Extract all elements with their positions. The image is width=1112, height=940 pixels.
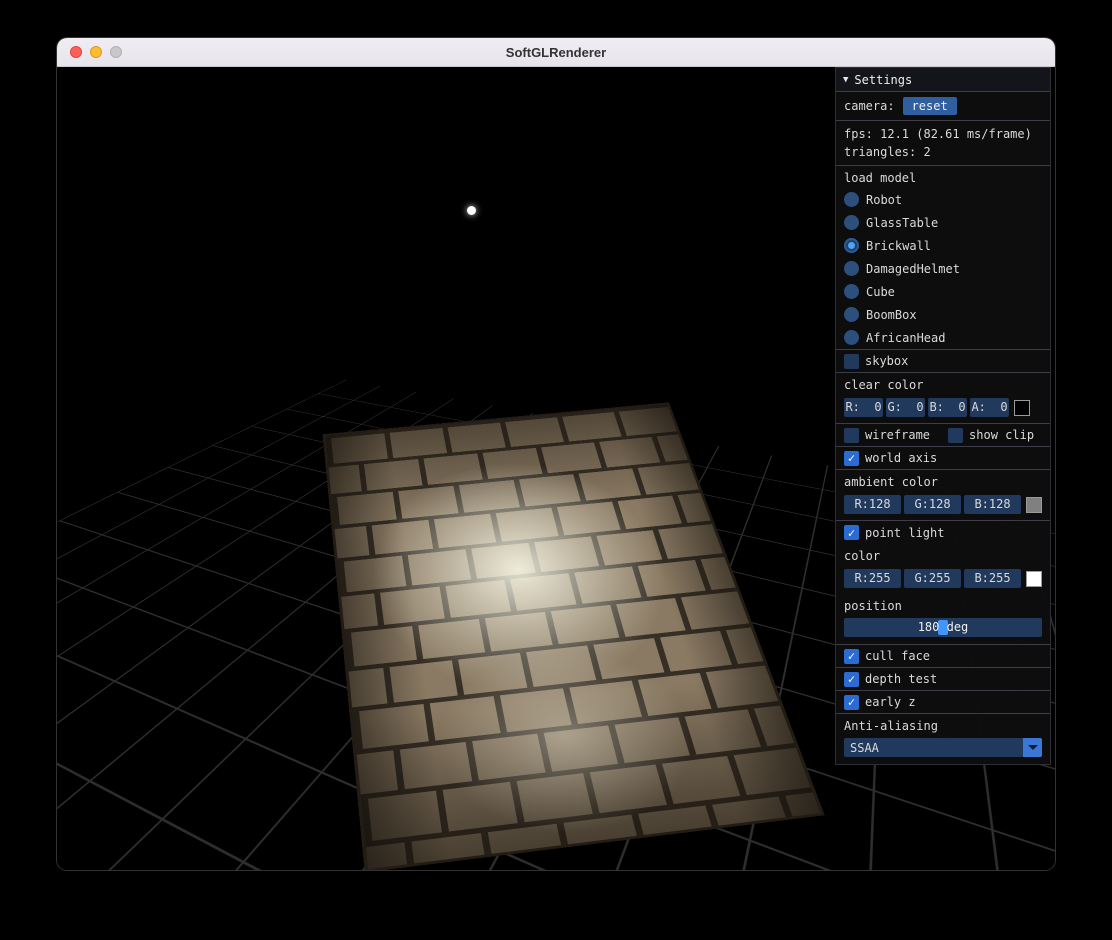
checkbox-icon: ✓: [844, 695, 859, 710]
model-label: Robot: [866, 192, 902, 208]
checkbox-early-z[interactable]: ✓ early z: [836, 690, 1050, 713]
clear-color-fields: R: 0 G: 0 B: 0 A: 0: [836, 395, 1050, 423]
radio-icon: [844, 284, 859, 299]
checkbox-skybox[interactable]: ✓ skybox: [836, 349, 1050, 372]
chevron-down-icon: [1028, 745, 1038, 755]
checkbox-icon: ✓: [844, 672, 859, 687]
position-slider[interactable]: 180 deg: [844, 618, 1042, 637]
window-controls: [70, 46, 122, 58]
wireframe-label: wireframe: [865, 427, 930, 443]
depth-test-label: depth test: [865, 671, 937, 687]
combo-value: SSAA: [850, 740, 879, 756]
position-label: position: [836, 594, 1050, 616]
anti-aliasing-section: Anti-aliasing SSAA: [836, 713, 1050, 757]
radio-icon: [844, 261, 859, 276]
clear-color-a-field[interactable]: A: 0: [970, 398, 1009, 417]
model-label: BoomBox: [866, 307, 917, 323]
model-label: GlassTable: [866, 215, 938, 231]
skybox-label: skybox: [865, 353, 908, 369]
camera-label: camera:: [844, 98, 895, 114]
light-r-field[interactable]: R:255: [844, 569, 901, 588]
light-color-fields: R:255 G:255 B:255: [836, 566, 1050, 594]
ambient-color-section: ambient color R:128 G:128 B:128: [836, 469, 1050, 520]
radio-icon: [844, 307, 859, 322]
checkbox-point-light[interactable]: ✓ point light: [836, 521, 1050, 544]
collapse-arrow-icon: ▼: [843, 72, 848, 88]
model-radio-cube[interactable]: Cube: [836, 280, 1050, 303]
fps-text: fps: 12.1 (82.61 ms/frame): [836, 125, 1050, 143]
point-light-section: ✓ point light color R:255 G:255 B:255 po…: [836, 520, 1050, 637]
stats-block: fps: 12.1 (82.61 ms/frame) triangles: 2: [836, 120, 1050, 165]
checkbox-icon: ✓: [844, 525, 859, 540]
checkbox-cull-face[interactable]: ✓ cull face: [836, 644, 1050, 667]
model-label: DamagedHelmet: [866, 261, 960, 277]
model-label: Brickwall: [866, 238, 931, 254]
viewport-canvas[interactable]: ▼ Settings camera: reset fps: 12.1 (82.6…: [57, 67, 1055, 870]
checkbox-icon: ✓: [844, 451, 859, 466]
anti-aliasing-label: Anti-aliasing: [836, 714, 1050, 736]
world-axis-label: world axis: [865, 450, 937, 466]
model-radio-boombox[interactable]: BoomBox: [836, 303, 1050, 326]
load-model-label: load model: [836, 166, 1050, 188]
model-radio-africanhead[interactable]: AfricanHead: [836, 326, 1050, 349]
camera-row: camera: reset: [836, 91, 1050, 120]
show-clip-label: show clip: [969, 427, 1034, 443]
radio-icon: [844, 238, 859, 253]
model-label: Cube: [866, 284, 895, 300]
point-light-label: point light: [865, 525, 944, 541]
checkbox-icon[interactable]: [844, 428, 859, 443]
ambient-g-field[interactable]: G:128: [904, 495, 961, 514]
ambient-b-field[interactable]: B:128: [964, 495, 1021, 514]
combo-arrow-button[interactable]: [1023, 738, 1042, 757]
load-model-section: load model Robot GlassTable Brickwall Da…: [836, 165, 1050, 349]
radio-icon: [844, 330, 859, 345]
minimize-button[interactable]: [90, 46, 102, 58]
ambient-color-fields: R:128 G:128 B:128: [836, 492, 1050, 520]
titlebar: SoftGLRenderer: [57, 38, 1055, 67]
model-label: AfricanHead: [866, 330, 945, 346]
clear-color-b-field[interactable]: B: 0: [928, 398, 967, 417]
ambient-color-swatch[interactable]: [1026, 497, 1042, 513]
ambient-r-field[interactable]: R:128: [844, 495, 901, 514]
anti-aliasing-combo[interactable]: SSAA: [844, 738, 1042, 757]
slider-value-text: 180 deg: [844, 618, 1042, 637]
light-color-swatch[interactable]: [1026, 571, 1042, 587]
zoom-button[interactable]: [110, 46, 122, 58]
checkbox-world-axis[interactable]: ✓ world axis: [836, 446, 1050, 469]
model-radio-glasstable[interactable]: GlassTable: [836, 211, 1050, 234]
clear-color-label: clear color: [836, 373, 1050, 395]
settings-panel: ▼ Settings camera: reset fps: 12.1 (82.6…: [835, 67, 1051, 765]
early-z-label: early z: [865, 694, 916, 710]
point-light-dot: [467, 206, 476, 215]
triangles-text: triangles: 2: [836, 143, 1050, 161]
light-g-field[interactable]: G:255: [904, 569, 961, 588]
model-radio-damagedhelmet[interactable]: DamagedHelmet: [836, 257, 1050, 280]
radio-icon: [844, 215, 859, 230]
checkbox-depth-test[interactable]: ✓ depth test: [836, 667, 1050, 690]
panel-header-label: Settings: [854, 72, 912, 88]
cull-face-label: cull face: [865, 648, 930, 664]
ambient-color-label: ambient color: [836, 470, 1050, 492]
clear-color-g-field[interactable]: G: 0: [886, 398, 925, 417]
wireframe-row: wireframe show clip: [836, 423, 1050, 446]
app-window: SoftGLRenderer ▼ Settings camera: reset …: [57, 38, 1055, 870]
clear-color-section: clear color R: 0 G: 0 B: 0 A: 0: [836, 372, 1050, 423]
close-button[interactable]: [70, 46, 82, 58]
clear-color-r-field[interactable]: R: 0: [844, 398, 883, 417]
model-radio-list: Robot GlassTable Brickwall DamagedHelmet…: [836, 188, 1050, 349]
model-radio-robot[interactable]: Robot: [836, 188, 1050, 211]
checkbox-icon: ✓: [844, 649, 859, 664]
camera-reset-button[interactable]: reset: [903, 97, 957, 115]
radio-icon: [844, 192, 859, 207]
clear-color-swatch[interactable]: [1014, 400, 1030, 416]
checkbox-icon: ✓: [844, 354, 859, 369]
checkbox-icon[interactable]: [948, 428, 963, 443]
light-b-field[interactable]: B:255: [964, 569, 1021, 588]
window-title: SoftGLRenderer: [506, 45, 606, 60]
panel-header-settings[interactable]: ▼ Settings: [836, 68, 1050, 91]
light-color-label: color: [836, 544, 1050, 566]
model-radio-brickwall[interactable]: Brickwall: [836, 234, 1050, 257]
